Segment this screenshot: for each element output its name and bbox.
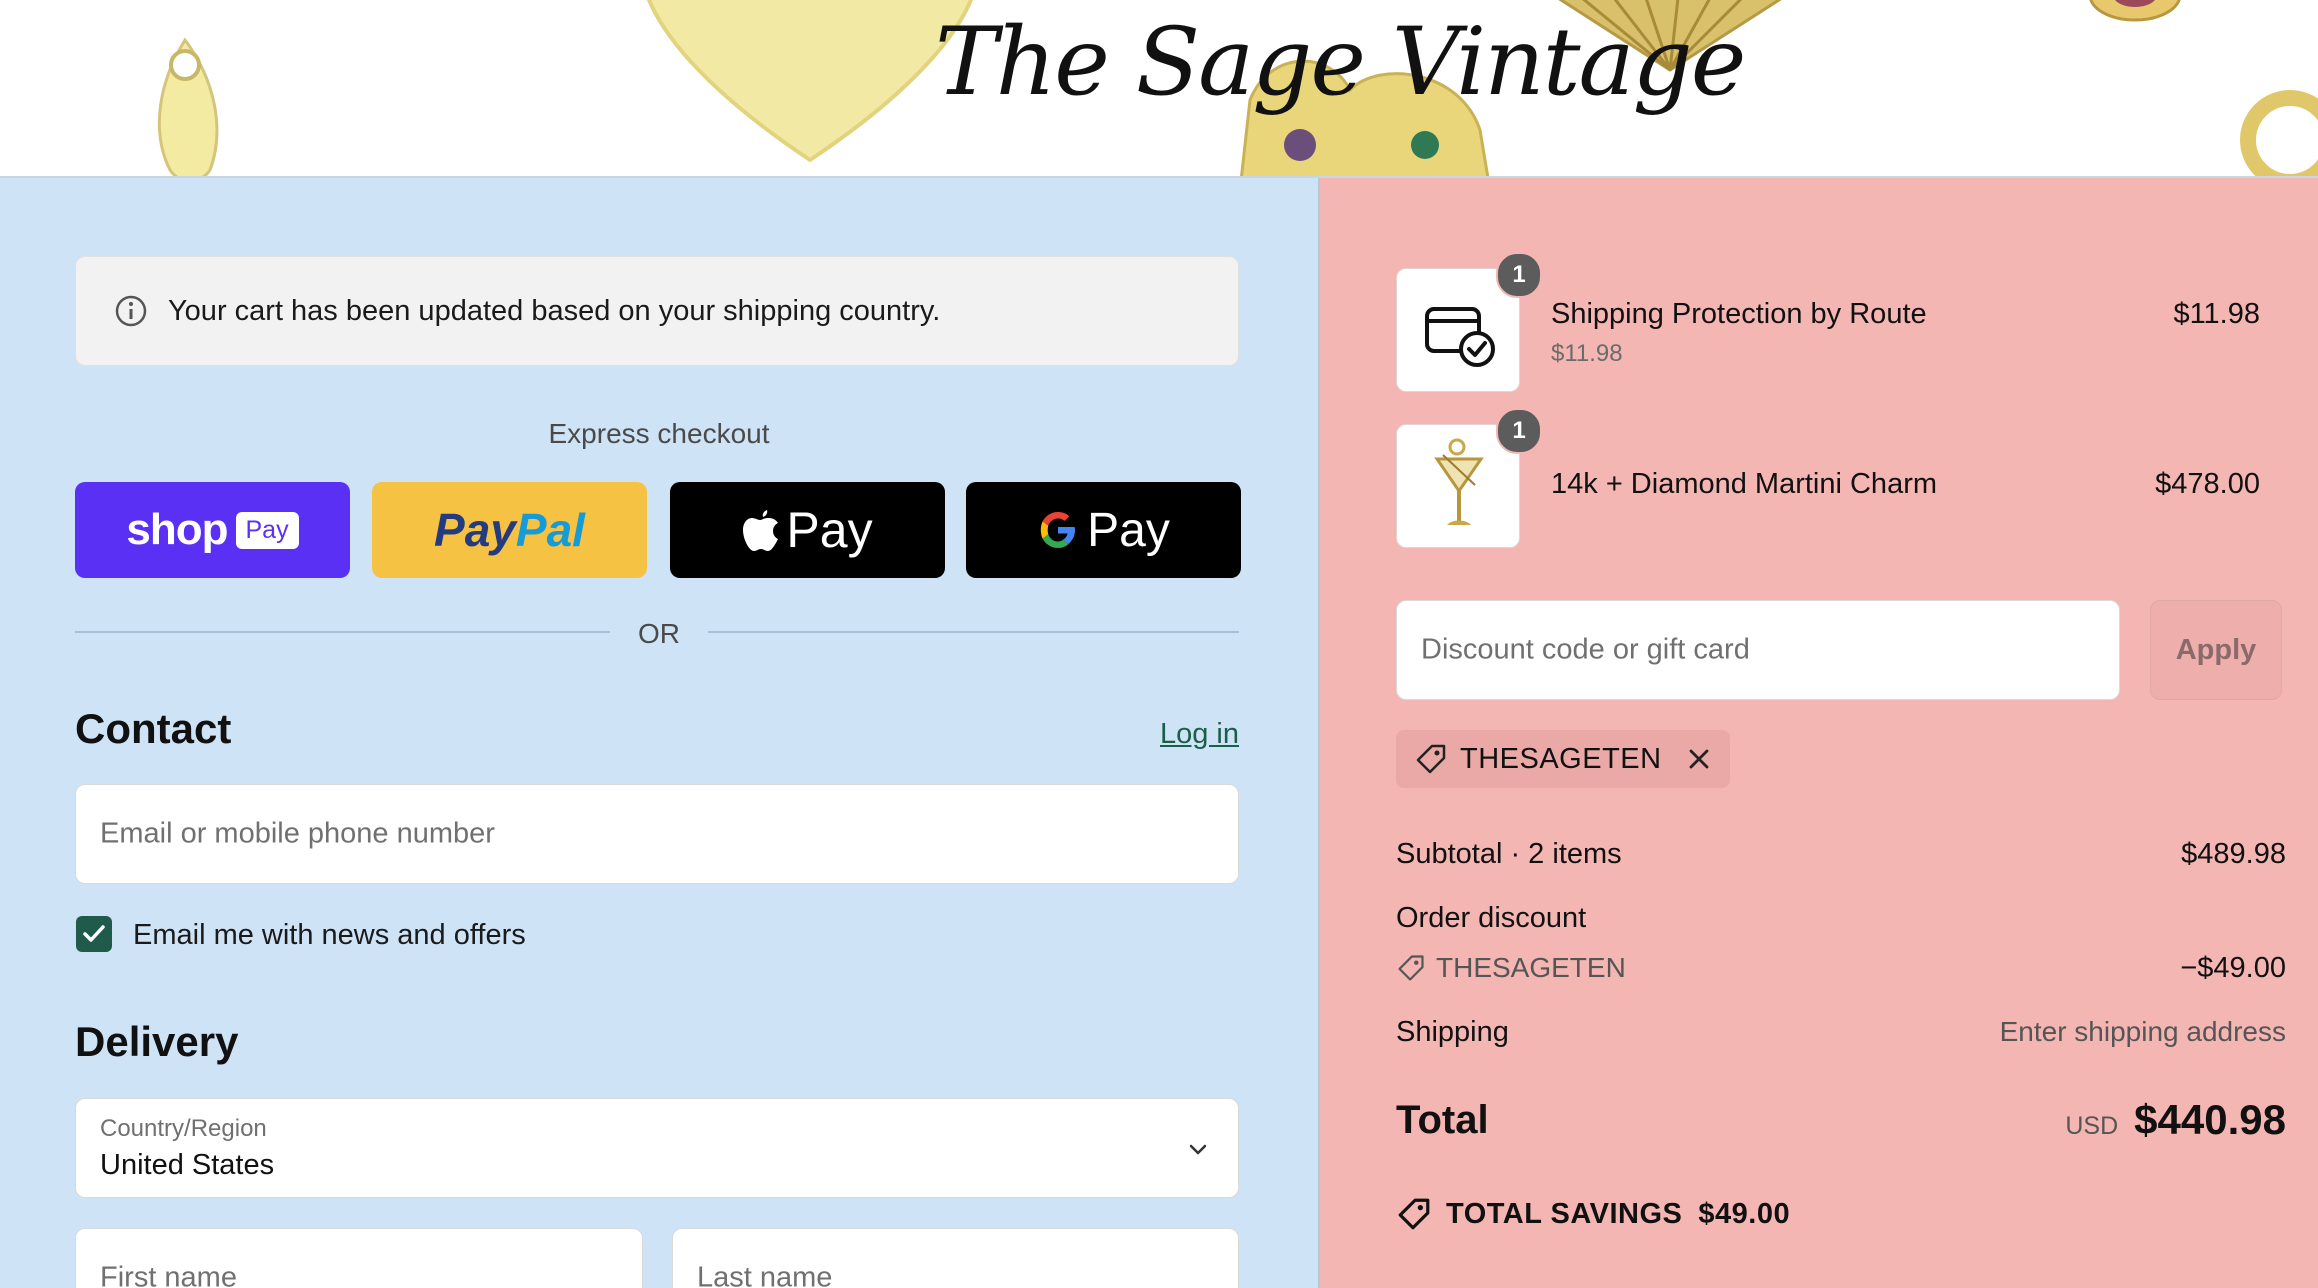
delivery-heading: Delivery: [75, 1018, 239, 1065]
order-discount-label: Order discount: [1396, 902, 1587, 934]
shop-pay-pill: Pay: [235, 511, 299, 549]
quantity-badge: 1: [1496, 252, 1542, 298]
item-price: $11.98: [2173, 298, 2260, 330]
shipping-label: Shipping: [1396, 1016, 1509, 1048]
store-header: The Sage Vintage: [0, 0, 2318, 178]
discount-value: −$49.00: [2180, 952, 2286, 984]
apple-pay-label: Pay: [786, 502, 873, 558]
savings-value: $49.00: [1698, 1197, 1791, 1230]
item-price: $478.00: [2155, 468, 2260, 500]
discount-code-label: THESAGETEN: [1436, 952, 1626, 983]
paypal-logo: PayPal: [434, 504, 585, 556]
country-label: Country/Region: [100, 1115, 267, 1142]
quantity-badge: 1: [1496, 408, 1542, 454]
shop-pay-logo: shop: [126, 505, 228, 554]
cart-item: 1 Shipping Protection by Route $11.98 $1…: [1396, 252, 2260, 398]
decorative-ring-charm: [2240, 90, 2318, 176]
or-divider-right: [708, 631, 1239, 633]
login-link[interactable]: Log in: [1160, 718, 1239, 751]
subtotal-value: $489.98: [2181, 838, 2286, 870]
newsletter-checkbox[interactable]: [76, 916, 112, 952]
apple-pay-button[interactable]: Pay: [670, 482, 945, 578]
country-select[interactable]: Country/Region United States: [75, 1098, 1239, 1198]
total-savings-row: TOTAL SAVINGS $49.00: [1396, 1196, 1790, 1232]
checkout-form-panel: Your cart has been updated based on your…: [0, 178, 1318, 1288]
remove-discount-close-icon[interactable]: [1686, 746, 1712, 772]
email-placeholder: Email or mobile phone number: [100, 817, 495, 850]
discount-code-field[interactable]: Discount code or gift card: [1396, 600, 2120, 700]
info-icon: [115, 295, 147, 327]
discount-placeholder: Discount code or gift card: [1421, 633, 1750, 666]
shipping-value: Enter shipping address: [1999, 1016, 2286, 1047]
total-currency: USD: [2065, 1112, 2119, 1140]
notice-text: Your cart has been updated based on your…: [168, 294, 941, 327]
item-title: 14k + Diamond Martini Charm: [1551, 468, 1938, 500]
order-summary-panel: 1 Shipping Protection by Route $11.98 $1…: [1318, 178, 2318, 1288]
shop-pay-button[interactable]: shop Pay: [75, 482, 350, 578]
discount-code-row: THESAGETEN: [1396, 952, 1626, 984]
applied-discount-chip: THESAGETEN: [1396, 730, 1730, 788]
express-checkout-label: Express checkout: [548, 418, 770, 449]
tag-icon: [1416, 744, 1446, 774]
item-subtitle: $11.98: [1551, 340, 1623, 367]
savings-label: TOTAL SAVINGS: [1446, 1197, 1683, 1230]
apple-icon: [743, 510, 779, 551]
email-field[interactable]: Email or mobile phone number: [75, 784, 1239, 884]
first-name-placeholder: First name: [100, 1261, 237, 1288]
google-pay-label: Pay: [1087, 503, 1170, 557]
cart-item: 1 14k + Diamond Martini Charm $478.00: [1396, 408, 2260, 554]
total-value: $440.98: [2134, 1096, 2286, 1143]
google-pay-button[interactable]: Pay: [966, 482, 1241, 578]
or-divider-text: OR: [638, 618, 680, 649]
applied-code-text: THESAGETEN: [1460, 742, 1662, 775]
tag-icon: [1398, 1198, 1430, 1230]
decorative-gem-charm: [2089, 0, 2181, 22]
newsletter-label[interactable]: Email me with news and offers: [133, 919, 526, 952]
checkmark-icon: [83, 925, 105, 942]
cart-updated-notice: Your cart has been updated based on your…: [75, 256, 1239, 366]
or-divider-left: [75, 631, 610, 633]
country-value: United States: [100, 1149, 275, 1181]
store-logo[interactable]: The Sage Vintage: [935, 8, 1746, 117]
last-name-field[interactable]: Last name: [672, 1228, 1239, 1288]
contact-heading: Contact: [75, 705, 232, 752]
item-title: Shipping Protection by Route: [1551, 298, 1927, 330]
first-name-field[interactable]: First name: [75, 1228, 643, 1288]
decorative-charm-left: [157, 37, 219, 176]
total-amount: USD $440.98: [2065, 1096, 2286, 1144]
paypal-button[interactable]: PayPal: [372, 482, 647, 578]
tag-icon: [1398, 955, 1424, 981]
total-label: Total: [1396, 1098, 1489, 1142]
google-g-icon: [1040, 512, 1076, 548]
chevron-down-icon: [1189, 1144, 1207, 1155]
apply-discount-button[interactable]: Apply: [2150, 600, 2282, 700]
subtotal-label: Subtotal · 2 items: [1396, 838, 1622, 870]
last-name-placeholder: Last name: [697, 1261, 833, 1288]
